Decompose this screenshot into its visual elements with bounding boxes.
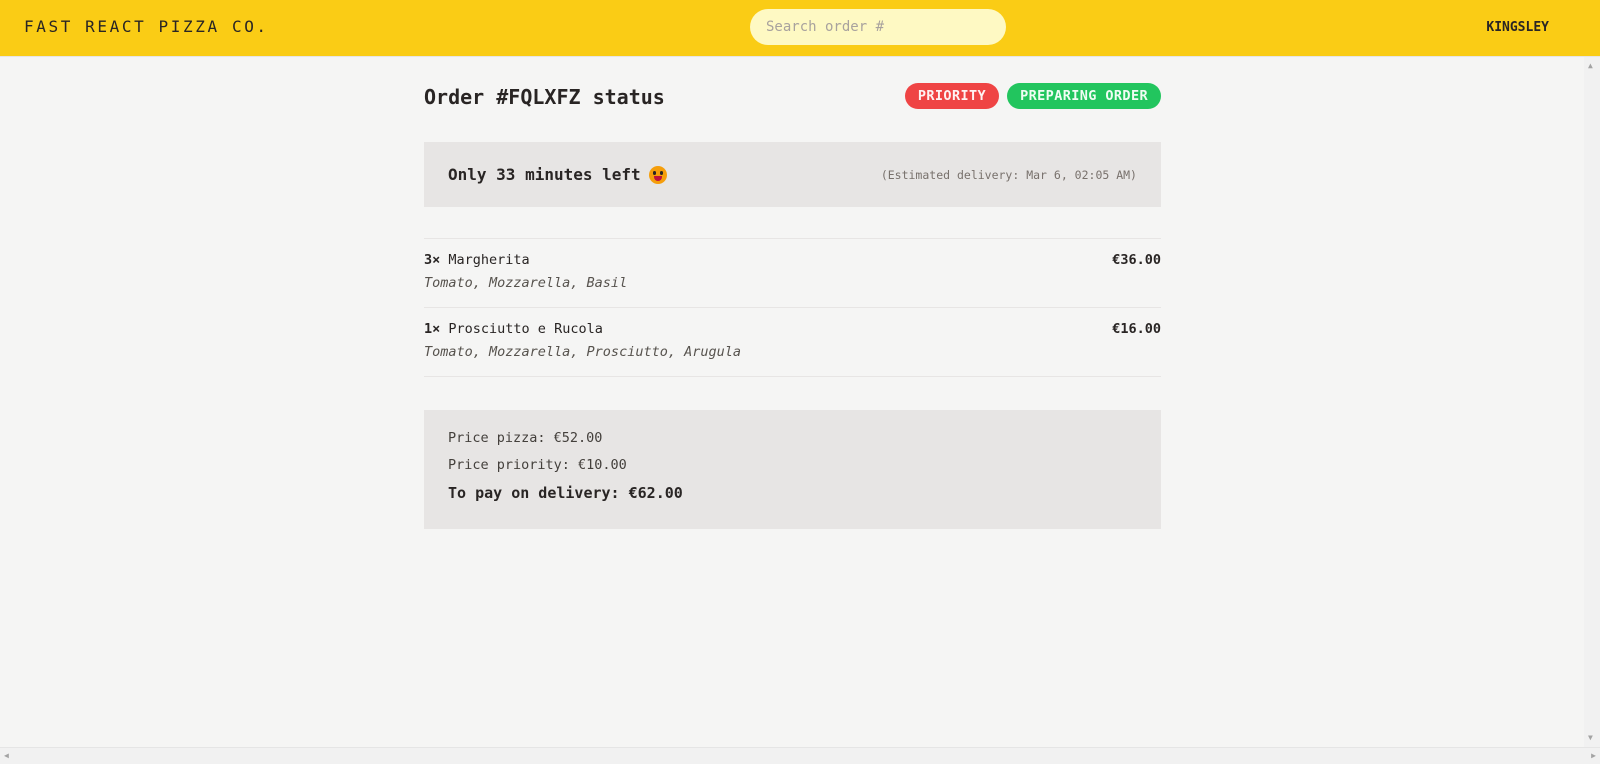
price-summary-panel: Price pizza: €52.00 Price priority: €10.… [424, 410, 1161, 529]
page-title: Order #FQLXFZ status [424, 85, 665, 109]
search-order-input[interactable] [750, 9, 1006, 45]
list-item: 1× Prosciutto e Rucola €16.00 Tomato, Mo… [424, 308, 1161, 377]
item-price: €16.00 [1112, 321, 1161, 337]
item-ingredients: Tomato, Mozzarella, Prosciutto, Arugula [424, 344, 741, 360]
item-label: 1× Prosciutto e Rucola [424, 321, 603, 337]
eta-message: Only 33 minutes left [448, 165, 641, 184]
priority-badge: Priority [904, 83, 1000, 109]
status-badge: Preparing order [1007, 83, 1161, 109]
horizontal-scrollbar[interactable]: ◀ ▶ [0, 747, 1600, 764]
item-quantity: 3× [424, 252, 441, 268]
item-quantity: 1× [424, 321, 441, 337]
scroll-right-icon[interactable]: ▶ [1591, 752, 1596, 760]
vertical-scrollbar[interactable]: ▲ ▼ [1584, 57, 1600, 747]
scroll-down-icon[interactable]: ▼ [1588, 734, 1593, 742]
logo-link[interactable]: Fast React Pizza Co. [24, 17, 269, 36]
app-header: Fast React Pizza Co. KINGSLEY [0, 0, 1600, 57]
scroll-up-icon[interactable]: ▲ [1588, 62, 1593, 70]
estimated-delivery: (Estimated delivery: Mar 6, 02:05 AM) [880, 167, 1137, 182]
smiling-face-icon [648, 165, 667, 184]
username: KINGSLEY [1486, 20, 1549, 35]
item-price: €36.00 [1112, 252, 1161, 268]
scroll-left-icon[interactable]: ◀ [4, 752, 9, 760]
item-name: Margherita [448, 252, 530, 268]
status-badges: Priority Preparing order [904, 83, 1161, 109]
list-item: 3× Margherita €36.00 Tomato, Mozzarella,… [424, 239, 1161, 308]
price-priority: Price priority: €10.00 [448, 457, 627, 473]
item-ingredients: Tomato, Mozzarella, Basil [424, 275, 628, 291]
total-to-pay: To pay on delivery: €62.00 [448, 484, 683, 502]
price-pizza: Price pizza: €52.00 [448, 430, 603, 446]
item-label: 3× Margherita [424, 252, 530, 268]
delivery-eta-panel: Only 33 minutes left (Estimated delivery… [424, 142, 1161, 207]
order-items-list: 3× Margherita €36.00 Tomato, Mozzarella,… [424, 238, 1161, 377]
item-name: Prosciutto e Rucola [448, 321, 603, 337]
eta-message-row: Only 33 minutes left [448, 165, 667, 184]
